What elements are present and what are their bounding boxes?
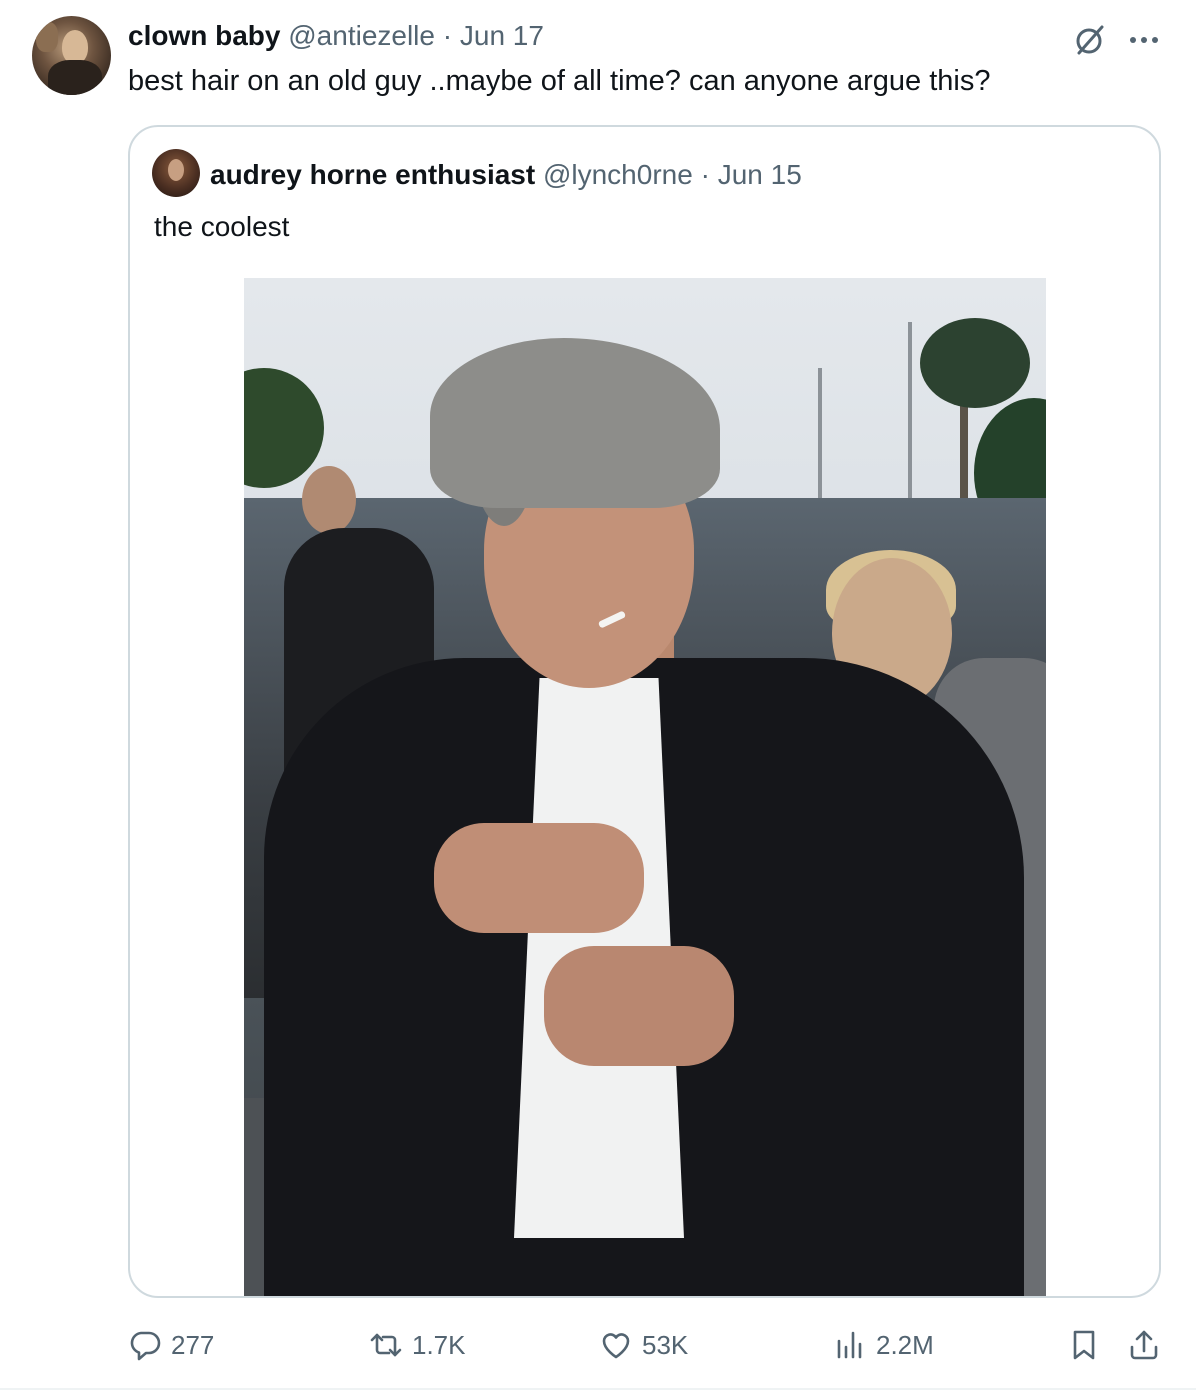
tweet-date[interactable]: Jun 17 bbox=[460, 20, 544, 51]
more-icon-svg bbox=[1130, 37, 1158, 43]
quoted-author-avatar[interactable] bbox=[152, 149, 200, 197]
like-icon bbox=[602, 1333, 630, 1359]
photo-subject-hand bbox=[544, 946, 734, 1066]
photo-palm-top bbox=[920, 318, 1030, 408]
author-name[interactable]: clown baby bbox=[128, 20, 280, 51]
quoted-tweet-header: audrey horne enthusiast @lynch0rne · Jun… bbox=[210, 157, 802, 193]
header-separator: · bbox=[442, 20, 453, 51]
avatar-body bbox=[48, 60, 102, 95]
photo-subject-hand bbox=[434, 823, 644, 933]
avatar-face bbox=[62, 30, 88, 64]
quoted-author-handle[interactable]: @lynch0rne bbox=[543, 159, 693, 190]
views-count: 2.2M bbox=[876, 1329, 934, 1360]
bookmark-button[interactable] bbox=[1066, 1320, 1102, 1370]
quoted-header-separator: · bbox=[700, 159, 710, 190]
quoted-author-name[interactable]: audrey horne enthusiast bbox=[210, 159, 535, 190]
views-button[interactable]: 2.2M bbox=[832, 1320, 934, 1370]
quoted-tweet-text: the coolest bbox=[154, 211, 290, 242]
author-avatar[interactable] bbox=[32, 16, 111, 95]
views-icon bbox=[837, 1331, 862, 1359]
share-button[interactable] bbox=[1126, 1320, 1162, 1370]
quoted-tweet[interactable]: audrey horne enthusiast @lynch0rne · Jun… bbox=[128, 125, 1161, 1298]
grok-icon-svg bbox=[1076, 25, 1104, 55]
repost-button[interactable]: 1.7K bbox=[368, 1320, 466, 1370]
quoted-tweet-photo[interactable] bbox=[244, 278, 1046, 1296]
quoted-avatar-face bbox=[168, 159, 184, 181]
reply-count: 277 bbox=[171, 1329, 215, 1360]
author-handle[interactable]: @antiezelle bbox=[288, 20, 435, 51]
avatar-detail bbox=[36, 22, 58, 52]
tweet[interactable]: clown baby @antiezelle · Jun 17 best hai… bbox=[0, 0, 1196, 1390]
tweet-actions: 277 1.7K 53K 2.2M bbox=[0, 1320, 1196, 1370]
grok-icon[interactable] bbox=[1072, 22, 1108, 58]
share-icon bbox=[1130, 1330, 1158, 1360]
repost-count: 1.7K bbox=[412, 1329, 466, 1360]
like-count: 53K bbox=[642, 1329, 689, 1360]
quoted-tweet-date[interactable]: Jun 15 bbox=[718, 159, 802, 190]
reply-icon bbox=[130, 1331, 161, 1361]
tweet-text: best hair on an old guy ..maybe of all t… bbox=[128, 65, 991, 97]
photo-bystander-head bbox=[302, 466, 356, 534]
repost-icon bbox=[370, 1333, 402, 1357]
tweet-header: clown baby @antiezelle · Jun 17 bbox=[128, 18, 544, 54]
more-icon[interactable] bbox=[1126, 22, 1162, 58]
like-button[interactable]: 53K bbox=[598, 1320, 688, 1370]
reply-button[interactable]: 277 bbox=[127, 1320, 214, 1370]
bookmark-icon bbox=[1073, 1330, 1095, 1360]
